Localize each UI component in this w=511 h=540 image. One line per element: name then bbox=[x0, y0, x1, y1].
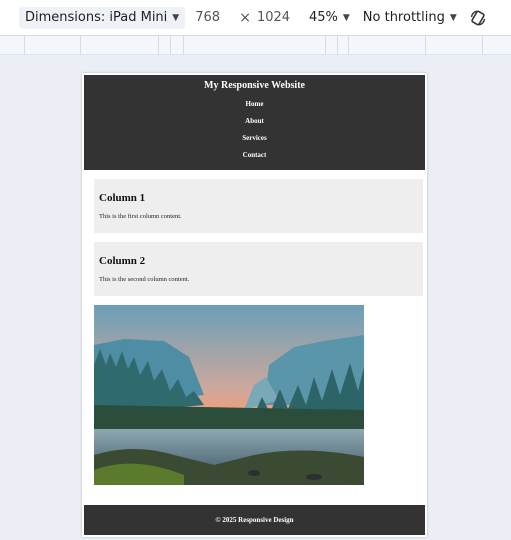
chevron-down-icon: ▼ bbox=[449, 12, 457, 23]
nav-link-about[interactable]: About bbox=[84, 116, 425, 133]
column-text: This is the first column content. bbox=[99, 213, 182, 220]
column-heading: Column 1 bbox=[99, 192, 146, 204]
throttling-label: No throttling bbox=[362, 10, 445, 25]
nav-link-contact[interactable]: Contact bbox=[84, 150, 425, 167]
height-input[interactable]: 1024 bbox=[257, 10, 297, 25]
width-input[interactable]: 768 bbox=[195, 10, 231, 25]
device-viewport: My Responsive Website Home About Service… bbox=[82, 73, 427, 537]
times-icon: × bbox=[239, 9, 251, 26]
column-1: Column 1 This is the first column conten… bbox=[94, 179, 423, 233]
chevron-down-icon: ▼ bbox=[172, 12, 180, 23]
nav-link-services[interactable]: Services bbox=[84, 133, 425, 150]
site-nav: Home About Services Contact bbox=[84, 99, 425, 167]
rotate-icon[interactable] bbox=[469, 9, 487, 27]
media-query-ruler bbox=[0, 36, 511, 55]
nav-link-home[interactable]: Home bbox=[84, 99, 425, 116]
site-footer: © 2025 Responsive Design bbox=[84, 505, 425, 535]
landscape-image bbox=[94, 305, 364, 485]
device-toolbar: Dimensions: iPad Mini ▼ 768 × 1024 45% ▼… bbox=[0, 0, 511, 36]
device-dimensions-label: Dimensions: iPad Mini bbox=[25, 10, 168, 25]
column-heading: Column 2 bbox=[99, 255, 146, 267]
zoom-select[interactable]: 45% ▼ bbox=[309, 10, 350, 25]
zoom-label: 45% bbox=[308, 10, 338, 25]
chevron-down-icon: ▼ bbox=[342, 12, 350, 23]
column-text: This is the second column content. bbox=[99, 276, 190, 283]
site-title: My Responsive Website bbox=[204, 80, 305, 91]
throttling-select[interactable]: No throttling ▼ bbox=[363, 10, 457, 25]
column-2: Column 2 This is the second column conte… bbox=[94, 242, 423, 296]
site-header: My Responsive Website Home About Service… bbox=[84, 75, 425, 170]
device-dimensions-select[interactable]: Dimensions: iPad Mini ▼ bbox=[19, 6, 186, 29]
